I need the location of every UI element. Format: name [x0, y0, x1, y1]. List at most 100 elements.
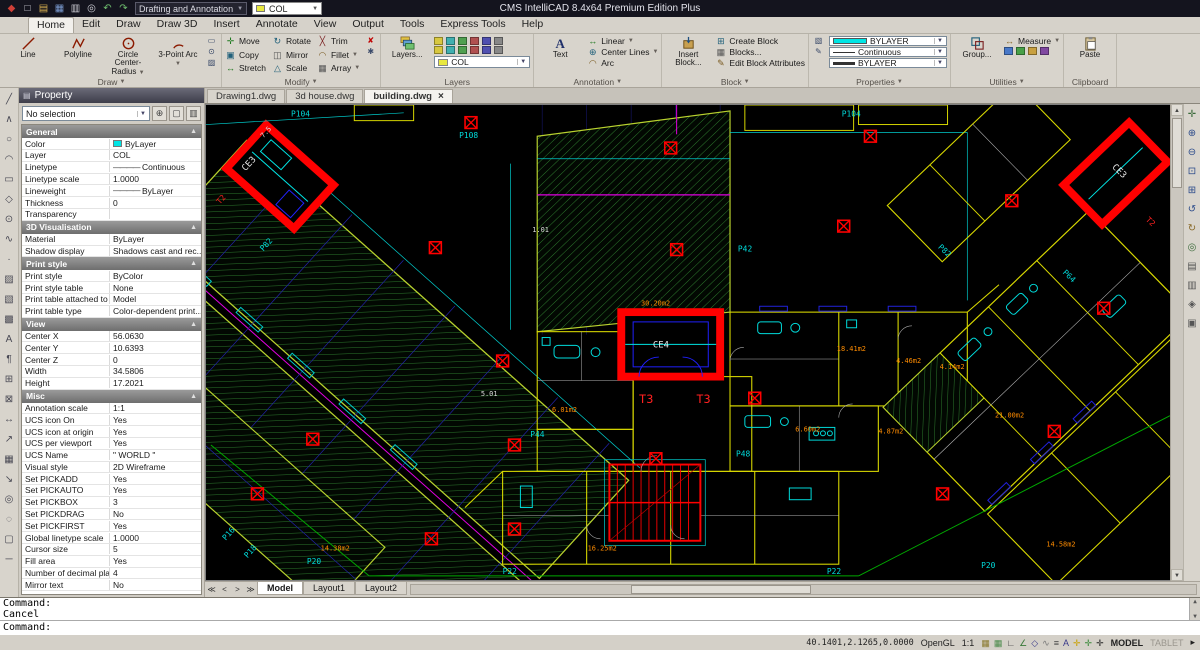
- property-row[interactable]: UCS Name" WORLD ": [22, 450, 201, 462]
- property-row[interactable]: Number of decimal pla...4: [22, 568, 201, 580]
- property-row[interactable]: Center X56.0630: [22, 331, 201, 343]
- arc-annotation-button[interactable]: ◠Arc: [587, 58, 658, 68]
- mirror-button[interactable]: ◫Mirror: [272, 50, 311, 60]
- text-tool-icon[interactable]: A: [1, 330, 18, 349]
- redo-icon[interactable]: ↷: [117, 2, 130, 15]
- select-objects-icon[interactable]: ▢: [169, 106, 184, 121]
- horizontal-scroll-thumb[interactable]: [631, 585, 811, 594]
- ribbon-panel-label-block[interactable]: Block▼: [665, 76, 805, 87]
- property-value[interactable]: 17.2021: [110, 378, 201, 388]
- layers-button[interactable]: Layers...: [384, 35, 430, 76]
- vertical-scroll-track[interactable]: [1171, 116, 1183, 569]
- property-row[interactable]: Width34.5806: [22, 366, 201, 378]
- create-block-button[interactable]: ⊞Create Block: [715, 36, 805, 46]
- next-layout-icon[interactable]: >: [231, 585, 244, 594]
- leader-tool-icon[interactable]: ↘: [1, 470, 18, 489]
- vertical-scroll-thumb[interactable]: [1172, 118, 1182, 188]
- annotation-scale-label[interactable]: 1:1: [962, 638, 975, 648]
- zoom-window-icon[interactable]: ⊡: [1185, 164, 1200, 179]
- close-tab-icon[interactable]: ×: [438, 93, 444, 101]
- point-tool-icon[interactable]: ·: [1, 250, 18, 269]
- property-row[interactable]: UCS icon at originYes: [22, 426, 201, 438]
- scroll-down-icon[interactable]: ▼: [1171, 569, 1183, 581]
- quick-select-icon[interactable]: ▥: [186, 106, 201, 121]
- pickadd-toggle-icon[interactable]: ⊕: [152, 106, 167, 121]
- prev-layout-icon[interactable]: <: [218, 585, 231, 594]
- layer-previous-icon[interactable]: [470, 46, 479, 54]
- save-icon[interactable]: ▦: [53, 2, 66, 15]
- scroll-down-icon[interactable]: ▼: [1193, 613, 1197, 620]
- property-row[interactable]: Set PICKAUTOYes: [22, 485, 201, 497]
- property-row[interactable]: Annotation scale1:1: [22, 403, 201, 415]
- ucs-dark-icon[interactable]: ✛: [1096, 636, 1104, 650]
- named-views-icon[interactable]: ▣: [1185, 316, 1200, 331]
- rectangle-icon[interactable]: ▭: [205, 36, 218, 46]
- property-value[interactable]: Yes: [110, 485, 201, 495]
- circle-tool-icon[interactable]: ○: [1, 130, 18, 149]
- lineweight-dropdown[interactable]: BYLAYER ▼: [829, 58, 947, 68]
- line-tool-icon[interactable]: ╱: [1, 90, 18, 109]
- table-tool-icon[interactable]: ▦: [1, 450, 18, 469]
- insert-block-tool-icon[interactable]: ⊞: [1, 370, 18, 389]
- donut-tool-icon[interactable]: ◎: [1, 490, 18, 509]
- text-button[interactable]: A Text: [537, 35, 583, 76]
- layer-unisolate-icon[interactable]: [446, 46, 455, 54]
- orbit-icon[interactable]: ◎: [1185, 240, 1200, 255]
- document-tab[interactable]: building.dwg×: [364, 89, 452, 103]
- linear-dimension-button[interactable]: ↔Linear▼: [587, 36, 658, 46]
- menu-tab-help[interactable]: Help: [514, 17, 552, 33]
- property-section-header[interactable]: Print style▲: [22, 257, 201, 270]
- property-palette-header[interactable]: ▤ Property: [19, 88, 204, 103]
- measure-area-icon[interactable]: [1016, 47, 1025, 55]
- property-row[interactable]: UCS per viewportYes: [22, 438, 201, 450]
- esnap-icon[interactable]: ◇: [1031, 636, 1038, 650]
- explode-icon[interactable]: ✱: [364, 47, 377, 57]
- polygon-tool-icon[interactable]: ◇: [1, 190, 18, 209]
- arc-tool-icon[interactable]: ◠: [1, 150, 18, 169]
- three-point-arc-button[interactable]: 3-Point Arc ▼: [155, 35, 201, 76]
- property-value[interactable]: Color-dependent print...: [110, 306, 201, 316]
- ortho-icon[interactable]: ∟: [1006, 636, 1015, 650]
- property-row[interactable]: Mirror textNo: [22, 579, 201, 591]
- grid-icon[interactable]: ▦: [994, 636, 1003, 650]
- ribbon-panel-label-layers[interactable]: Layers: [384, 76, 530, 87]
- ucs-yellow-icon[interactable]: ✛: [1073, 636, 1081, 650]
- measure-radius-icon[interactable]: [1040, 47, 1049, 55]
- menu-tab-output[interactable]: Output: [344, 17, 392, 33]
- spline-tool-icon[interactable]: ∿: [1, 230, 18, 249]
- property-value[interactable]: Shadows cast and rec...: [110, 246, 201, 256]
- view-top-icon[interactable]: ▤: [1185, 259, 1200, 274]
- property-row[interactable]: Height17.2021: [22, 378, 201, 390]
- model-space-toggle[interactable]: MODEL: [1111, 638, 1144, 648]
- move-button[interactable]: ✛Move: [225, 36, 266, 46]
- layer-off-icon[interactable]: [446, 37, 455, 45]
- property-value[interactable]: Yes: [110, 474, 201, 484]
- menu-tab-draw[interactable]: Draw: [108, 17, 149, 33]
- properties-icon[interactable]: ✎: [812, 47, 825, 57]
- property-row[interactable]: Thickness0: [22, 197, 201, 209]
- layer-isolate-icon[interactable]: [434, 46, 443, 54]
- view-front-icon[interactable]: ▥: [1185, 278, 1200, 293]
- property-row[interactable]: Set PICKFIRSTYes: [22, 520, 201, 532]
- layer-match-icon[interactable]: [458, 46, 467, 54]
- menu-tab-view[interactable]: View: [306, 17, 345, 33]
- property-row[interactable]: Linetype scale1.0000: [22, 174, 201, 186]
- print-icon[interactable]: ▥: [69, 2, 82, 15]
- property-value[interactable]: 34.5806: [110, 366, 201, 376]
- property-value[interactable]: ByColor: [110, 271, 201, 281]
- open-icon[interactable]: ▤: [37, 2, 50, 15]
- selection-filter-dropdown[interactable]: No selection ▼: [22, 106, 150, 121]
- titlebar-layer-dropdown[interactable]: COL ▼: [252, 2, 322, 15]
- scale-button[interactable]: △Scale: [272, 63, 311, 73]
- property-value[interactable]: ————Continuous: [110, 162, 201, 172]
- undo-icon[interactable]: ↶: [101, 2, 114, 15]
- layer-walk-icon[interactable]: [482, 46, 491, 54]
- property-value[interactable]: 2D Wireframe: [110, 462, 201, 472]
- center-lines-button[interactable]: ⊕Center Lines▼: [587, 47, 658, 57]
- scroll-up-icon[interactable]: ▲: [1193, 598, 1197, 605]
- property-row[interactable]: Print table attached toModel: [22, 294, 201, 306]
- property-row[interactable]: Linetype————Continuous: [22, 162, 201, 174]
- property-value[interactable]: Model: [110, 294, 201, 304]
- property-row[interactable]: ColorByLayer: [22, 138, 201, 150]
- match-properties-icon[interactable]: ▧: [812, 36, 825, 46]
